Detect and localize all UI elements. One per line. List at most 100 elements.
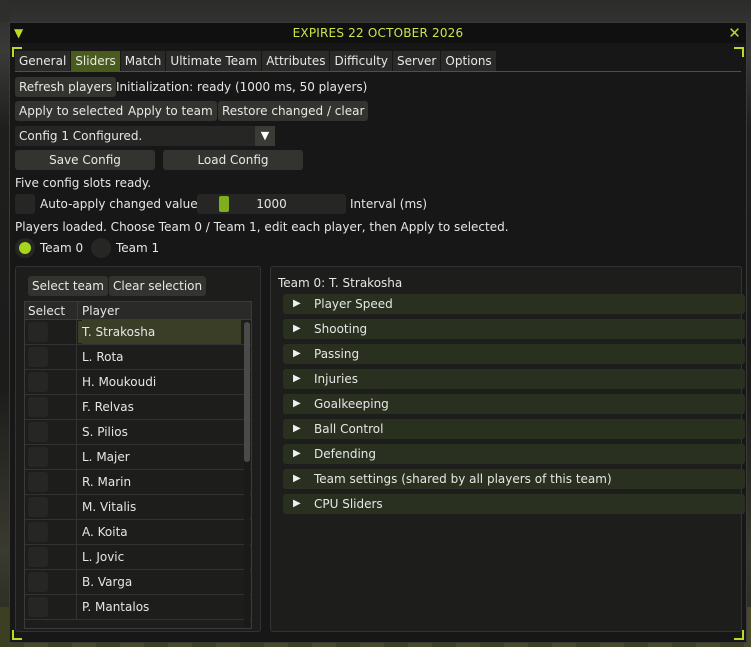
chevron-down-icon[interactable]: ▼ (255, 126, 275, 146)
player-name[interactable]: L. Rota (82, 345, 124, 369)
title-bar[interactable]: ▼ EXPIRES 22 OCTOBER 2026 ✕ (10, 23, 746, 43)
scrollbar-thumb[interactable] (244, 322, 250, 462)
section-header-shooting[interactable]: ▶ Shooting (283, 319, 745, 339)
table-row[interactable]: T. Strakosha (25, 320, 251, 345)
player-name[interactable]: R. Marin (82, 470, 131, 494)
clear-selection-button[interactable]: Clear selection (109, 276, 207, 296)
section-header-defending[interactable]: ▶ Defending (283, 444, 745, 464)
row-select-checkbox[interactable] (28, 572, 48, 592)
expand-arrow-icon[interactable]: ▶ (293, 494, 301, 514)
section-header-player-speed[interactable]: ▶ Player Speed (283, 294, 745, 314)
table-row[interactable]: P. Mantalos (25, 595, 251, 620)
row-select-checkbox[interactable] (28, 422, 48, 442)
select-cell (25, 370, 77, 394)
section-label: Passing (314, 347, 360, 361)
section-header-injuries[interactable]: ▶ Injuries (283, 369, 745, 389)
player-name[interactable]: L. Jovic (82, 545, 124, 569)
expand-arrow-icon[interactable]: ▶ (293, 369, 301, 389)
section-header-goalkeeping[interactable]: ▶ Goalkeeping (283, 394, 745, 414)
table-row[interactable]: L. Rota (25, 345, 251, 370)
expand-arrow-icon[interactable]: ▶ (293, 319, 301, 339)
tab-match[interactable]: Match (120, 51, 166, 71)
save-config-button[interactable]: Save Config (15, 150, 155, 170)
table-row[interactable]: B. Varga (25, 570, 251, 595)
table-row[interactable]: L. Jovic (25, 545, 251, 570)
player-name[interactable]: B. Varga (82, 570, 132, 594)
team-0-radio[interactable] (15, 238, 35, 258)
section-label: Injuries (314, 372, 358, 386)
section-header-team-settings-shared-by-all-players-of-this-team[interactable]: ▶ Team settings (shared by all players of… (283, 469, 745, 489)
tab-options[interactable]: Options (441, 51, 496, 71)
team-0-label: Team 0 (40, 241, 84, 255)
table-row[interactable]: H. Moukoudi (25, 370, 251, 395)
table-row[interactable]: R. Marin (25, 470, 251, 495)
row-select-checkbox[interactable] (28, 447, 48, 467)
select-team-button[interactable]: Select team (28, 276, 108, 296)
row-select-checkbox[interactable] (28, 547, 48, 567)
row-select-checkbox[interactable] (28, 522, 48, 542)
select-cell (25, 395, 77, 419)
player-name[interactable]: T. Strakosha (82, 320, 241, 344)
player-table: Select Player T. Strakosha L. Rota H. Mouk… (24, 301, 252, 629)
config-select[interactable]: Config 1 Configured. ▼ (15, 126, 275, 146)
interval-slider[interactable]: 1000 (197, 194, 346, 214)
row-select-checkbox[interactable] (28, 497, 48, 517)
window-title: EXPIRES 22 OCTOBER 2026 (292, 26, 464, 40)
interval-label: Interval (ms) (350, 197, 428, 211)
table-row[interactable]: A. Koita (25, 520, 251, 545)
player-name[interactable]: F. Relvas (82, 395, 134, 419)
row-select-checkbox[interactable] (28, 397, 48, 417)
refresh-players-button[interactable]: Refresh players (15, 77, 117, 97)
column-header-player[interactable]: Player (82, 302, 119, 320)
close-icon[interactable]: ✕ (728, 23, 741, 43)
row-select-checkbox[interactable] (28, 372, 48, 392)
tab-ultimate-team[interactable]: Ultimate Team (166, 51, 262, 71)
column-divider[interactable] (77, 302, 78, 319)
table-row[interactable]: L. Majer (25, 445, 251, 470)
table-row[interactable]: M. Vitalis (25, 495, 251, 520)
section-header-passing[interactable]: ▶ Passing (283, 344, 745, 364)
table-row[interactable]: S. Pilios (25, 420, 251, 445)
load-config-button[interactable]: Load Config (163, 150, 303, 170)
section-header-ball-control[interactable]: ▶ Ball Control (283, 419, 745, 439)
row-select-checkbox[interactable] (28, 347, 48, 367)
row-select-checkbox[interactable] (28, 472, 48, 492)
column-header-select[interactable]: Select (28, 302, 65, 320)
row-select-checkbox[interactable] (28, 322, 48, 342)
auto-apply-label: Auto-apply changed values (40, 197, 204, 211)
player-name[interactable]: A. Koita (82, 520, 128, 544)
section-label: Ball Control (314, 422, 384, 436)
select-cell (25, 420, 77, 444)
expand-arrow-icon[interactable]: ▶ (293, 394, 301, 414)
tab-attributes[interactable]: Attributes (262, 51, 330, 71)
table-scrollbar[interactable] (244, 322, 250, 628)
section-header-cpu-sliders[interactable]: ▶ CPU Sliders (283, 494, 745, 514)
auto-apply-checkbox[interactable] (15, 194, 35, 214)
tab-difficulty[interactable]: Difficulty (330, 51, 393, 71)
table-header: Select Player (25, 302, 251, 320)
tab-sliders[interactable]: Sliders (71, 51, 120, 71)
player-list-panel: Select team Clear selection Select Playe… (15, 266, 261, 632)
restore-changed-button[interactable]: Restore changed / clear (218, 101, 369, 121)
apply-to-team-button[interactable]: Apply to team (124, 101, 217, 121)
team-1-radio[interactable] (91, 238, 111, 258)
select-cell (25, 470, 77, 494)
expand-arrow-icon[interactable]: ▶ (293, 294, 301, 314)
tab-server[interactable]: Server (393, 51, 441, 71)
expand-arrow-icon[interactable]: ▶ (293, 344, 301, 364)
table-row[interactable]: F. Relvas (25, 395, 251, 420)
player-name[interactable]: M. Vitalis (82, 495, 136, 519)
player-name[interactable]: P. Mantalos (82, 595, 149, 619)
background-strip (0, 0, 10, 22)
expand-arrow-icon[interactable]: ▶ (293, 419, 301, 439)
expand-arrow-icon[interactable]: ▶ (293, 469, 301, 489)
player-name[interactable]: S. Pilios (82, 420, 128, 444)
collapse-triangle-icon[interactable]: ▼ (14, 23, 23, 43)
tab-bar: General Sliders Match Ultimate Team Attribut… (15, 51, 741, 72)
player-name[interactable]: H. Moukoudi (82, 370, 156, 394)
apply-to-selected-button[interactable]: Apply to selected (15, 101, 128, 121)
expand-arrow-icon[interactable]: ▶ (293, 444, 301, 464)
player-name[interactable]: L. Majer (82, 445, 130, 469)
row-select-checkbox[interactable] (28, 597, 48, 617)
tab-general[interactable]: General (15, 51, 71, 71)
